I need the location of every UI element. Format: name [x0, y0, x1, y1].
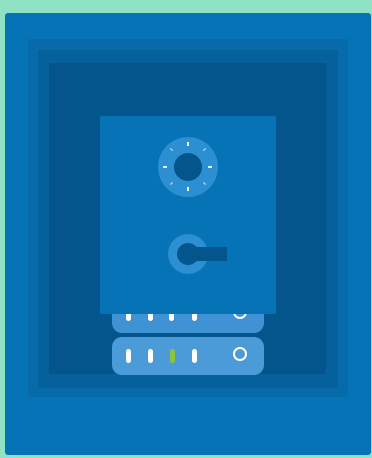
- power-ring-icon: [233, 347, 247, 361]
- server-indicator: [148, 349, 153, 363]
- dial-tick: [187, 142, 189, 146]
- handle-hub: [177, 243, 199, 265]
- dial-tick: [208, 166, 212, 168]
- dial-tick: [203, 182, 206, 185]
- dial-tick: [170, 148, 173, 151]
- safe-handle-icon: [168, 234, 227, 274]
- server-unit-front: [112, 337, 264, 375]
- dial-tick: [170, 182, 173, 185]
- illustration-canvas: [0, 0, 372, 458]
- dial-tick: [187, 187, 189, 191]
- dial-center: [174, 153, 202, 181]
- combination-dial-icon: [158, 137, 218, 197]
- dial-tick: [163, 166, 167, 168]
- server-indicator-active: [170, 349, 175, 363]
- safe-door: [100, 116, 276, 314]
- server-indicator: [126, 349, 131, 363]
- dial-tick: [203, 148, 206, 151]
- server-indicator: [192, 349, 197, 363]
